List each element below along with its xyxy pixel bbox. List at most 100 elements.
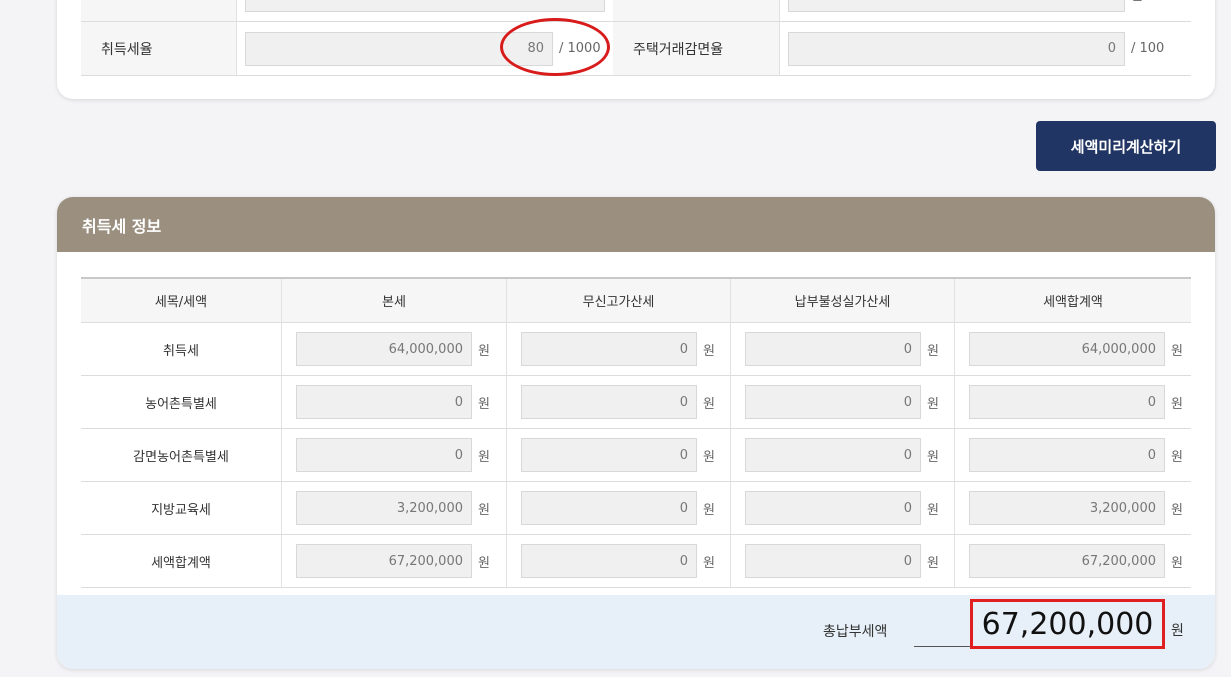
row-label: 농어촌특별세: [81, 375, 282, 429]
table-cell: 0원: [506, 481, 731, 535]
form-label-partial-right: [613, 0, 779, 21]
value-field[interactable]: 0: [745, 385, 921, 419]
unit-label: 원: [478, 555, 490, 571]
housing-reduction-unit: / 100: [1131, 41, 1165, 56]
housing-reduction-field[interactable]: 0: [788, 31, 1125, 66]
info-panel-title: 취득세 정보: [57, 197, 1215, 252]
row-label: 세액합계액: [81, 534, 282, 588]
value-field[interactable]: 0: [745, 438, 921, 472]
unit-label: 원: [703, 343, 715, 359]
table-cell: 0원: [954, 428, 1191, 482]
preview-calculate-button[interactable]: 세액미리계산하기: [1036, 121, 1216, 171]
value-wrap: 0원: [731, 438, 954, 472]
value-field[interactable]: 0: [521, 491, 697, 525]
table-cell: 3,200,000 원: [281, 481, 507, 535]
value-wrap: 0원: [282, 438, 506, 472]
unit-label: 원: [1171, 502, 1183, 518]
form-row-tax-rate: 취득세율 80 / 1000 주택거래감면율 0 / 100: [81, 22, 1191, 76]
column-header: 본세: [281, 278, 507, 323]
value-field[interactable]: 0: [745, 332, 921, 366]
partial-field-right[interactable]: [788, 0, 1125, 12]
table-row: 지방교육세 3,200,000 원 0원 0원 3,200,000 원: [81, 481, 1191, 535]
table-cell: 64,000,000 원: [281, 322, 507, 376]
total-payment-unit: 원: [1171, 623, 1184, 639]
value-wrap: 3,200,000 원: [282, 491, 506, 525]
form-value-cell: 0 / 100: [779, 22, 1191, 75]
value-field[interactable]: 67,200,000: [296, 544, 472, 578]
value-wrap: 0원: [955, 385, 1191, 419]
value-wrap: 67,200,000 원: [955, 544, 1191, 578]
value-wrap: 0원: [507, 491, 730, 525]
tax-table: 세목/세액 본세 무신고가산세 납부불성실가산세 세액합계액 취득세 64,00…: [81, 277, 1191, 588]
value-field[interactable]: 0: [969, 438, 1165, 472]
total-payment-label: 총납부세액: [823, 624, 888, 640]
value-field[interactable]: 0: [521, 332, 697, 366]
unit-label: 원: [927, 449, 939, 465]
table-row: 농어촌특별세 0원 0원 0원 0원: [81, 375, 1191, 429]
table-cell: 0원: [730, 481, 955, 535]
tax-rate-grid: 원 취득세율 80 / 1000 주택거래감면율 0 / 100: [81, 0, 1191, 76]
value-wrap: 67,200,000 원: [282, 544, 506, 578]
tax-rate-label: 취득세율: [81, 22, 236, 75]
table-cell: 67,200,000 원: [281, 534, 507, 588]
value-field[interactable]: 3,200,000: [296, 491, 472, 525]
column-header: 납부불성실가산세: [730, 278, 955, 323]
unit-label: 원: [1171, 449, 1183, 465]
form-value-cell: 원: [779, 0, 1191, 21]
unit-label: 원: [703, 502, 715, 518]
tax-rate-panel: 원 취득세율 80 / 1000 주택거래감면율 0 / 100: [57, 0, 1215, 99]
total-payment-bar: 총납부세액 67,200,000 원: [57, 595, 1215, 669]
unit-label: 원: [927, 502, 939, 518]
unit-label: 원: [478, 502, 490, 518]
unit-label: 원: [1171, 396, 1183, 412]
form-value-cell: [236, 0, 613, 21]
table-cell: 3,200,000 원: [954, 481, 1191, 535]
table-header-row: 세목/세액 본세 무신고가산세 납부불성실가산세 세액합계액: [81, 278, 1191, 323]
unit-label: 원: [703, 555, 715, 571]
unit-label: 원: [478, 449, 490, 465]
value-wrap: 0원: [731, 544, 954, 578]
value-field[interactable]: 64,000,000: [296, 332, 472, 366]
value-field[interactable]: 0: [745, 544, 921, 578]
value-wrap: 0원: [507, 385, 730, 419]
value-wrap: 0원: [731, 332, 954, 366]
unit-label: 원: [478, 343, 490, 359]
value-wrap: 64,000,000 원: [282, 332, 506, 366]
row-label: 취득세: [81, 322, 282, 376]
partial-unit-right: 원: [1131, 0, 1143, 4]
value-field[interactable]: 3,200,000: [969, 491, 1165, 525]
table-row: 감면농어촌특별세 0원 0원 0원 0원: [81, 428, 1191, 482]
value-field[interactable]: 0: [296, 385, 472, 419]
form-label-partial-left: [81, 0, 236, 21]
table-row: 세액합계액 67,200,000 원 0원 0원 67,200,000 원: [81, 534, 1191, 588]
unit-label: 원: [927, 396, 939, 412]
unit-label: 원: [703, 449, 715, 465]
value-field[interactable]: 67,200,000: [969, 544, 1165, 578]
housing-reduction-label: 주택거래감면율: [613, 22, 779, 75]
value-field[interactable]: 0: [521, 544, 697, 578]
tax-rate-field[interactable]: 80: [245, 31, 553, 66]
table-cell: 0원: [730, 375, 955, 429]
table-cell: 0원: [730, 322, 955, 376]
value-field[interactable]: 0: [521, 438, 697, 472]
table-cell: 0원: [281, 428, 507, 482]
tax-rate-unit: / 1000: [559, 41, 601, 56]
table-cell: 0원: [730, 534, 955, 588]
table-cell: 64,000,000 원: [954, 322, 1191, 376]
value-wrap: 0원: [731, 491, 954, 525]
partial-field-left[interactable]: [245, 0, 605, 12]
column-header: 무신고가산세: [506, 278, 731, 323]
table-cell: 0원: [506, 428, 731, 482]
row-label: 지방교육세: [81, 481, 282, 535]
value-wrap: 0원: [955, 438, 1191, 472]
value-field[interactable]: 0: [296, 438, 472, 472]
value-wrap: 0원: [507, 332, 730, 366]
form-value-cell: 80 / 1000: [236, 22, 613, 75]
value-wrap: 0원: [731, 385, 954, 419]
value-field[interactable]: 64,000,000: [969, 332, 1165, 366]
value-wrap: 3,200,000 원: [955, 491, 1191, 525]
value-field[interactable]: 0: [969, 385, 1165, 419]
value-field[interactable]: 0: [745, 491, 921, 525]
unit-label: 원: [703, 396, 715, 412]
value-field[interactable]: 0: [521, 385, 697, 419]
